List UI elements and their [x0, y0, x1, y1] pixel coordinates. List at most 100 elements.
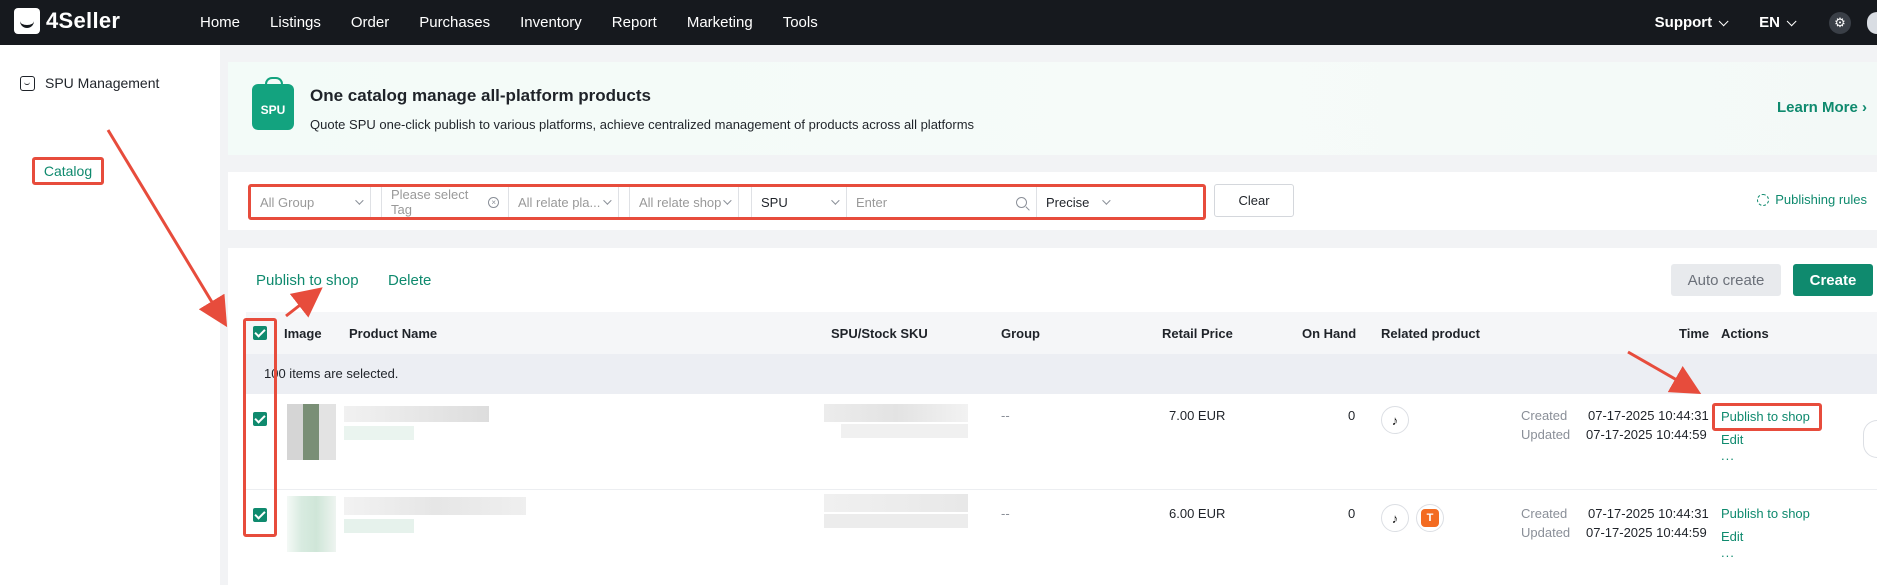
- learn-more-link[interactable]: Learn More ›: [1777, 99, 1867, 116]
- temu-icon-glyph: T: [1421, 509, 1439, 527]
- publishing-rules-link[interactable]: Publishing rules: [1757, 192, 1867, 207]
- side-drawer-tab[interactable]: [1863, 420, 1877, 458]
- publishing-rules-label: Publishing rules: [1775, 192, 1867, 207]
- clear-circle-icon[interactable]: ×: [488, 196, 499, 208]
- tiktok-icon[interactable]: ♪: [1381, 406, 1409, 434]
- column-header-group: Group: [1001, 326, 1040, 341]
- group-select-value: All Group: [260, 194, 315, 210]
- spu-sku-redacted: [841, 424, 968, 438]
- group-select[interactable]: All Group: [251, 187, 371, 217]
- settings-gear-icon[interactable]: ⚙: [1829, 11, 1851, 34]
- nav-right: Support EN ⚙: [1655, 0, 1877, 45]
- brand-logo[interactable]: 4Seller: [14, 8, 120, 34]
- chevron-down-icon: [723, 196, 732, 205]
- sidebar-item-label: Catalog: [43, 163, 93, 179]
- column-header-actions: Actions: [1721, 326, 1769, 341]
- filter-group: All Group Please select Tag × All relate …: [248, 184, 1206, 220]
- search-icon[interactable]: [1016, 196, 1027, 208]
- tiktok-icon[interactable]: ♪: [1381, 504, 1409, 532]
- product-name-redacted: [344, 497, 526, 515]
- brand-name: 4Seller: [46, 8, 121, 33]
- relate-platform-select[interactable]: All relate pla...: [509, 187, 619, 217]
- selection-notice: 100 items are selected.: [246, 354, 1877, 394]
- banner-subtitle: Quote SPU one-click publish to various p…: [310, 117, 975, 132]
- sidebar: SPU Management Catalog: [0, 45, 220, 585]
- spu-sku-redacted: [824, 514, 968, 528]
- chevron-right-icon: ›: [1862, 99, 1867, 116]
- nav-item-listings[interactable]: Listings: [270, 14, 321, 31]
- chevron-down-icon: [1718, 16, 1729, 27]
- logo-icon: [14, 8, 40, 34]
- language-menu[interactable]: EN: [1759, 14, 1797, 31]
- edit-link[interactable]: Edit: [1721, 432, 1743, 447]
- table-row[interactable]: -- 6.00 EUR 0 ♪ T Created 07-17-2025 10:…: [246, 492, 1877, 585]
- sidebar-section-label: SPU Management: [45, 75, 160, 91]
- annotation-publish-box: [1712, 403, 1822, 431]
- chevron-down-icon: [355, 196, 364, 205]
- nav-item-purchases[interactable]: Purchases: [419, 14, 490, 31]
- avatar[interactable]: [1867, 11, 1877, 34]
- table-row[interactable]: -- 7.00 EUR 0 ♪ Created 07-17-2025 10:44…: [246, 394, 1877, 490]
- created-time: 07-17-2025 10:44:31: [1588, 408, 1709, 423]
- chevron-down-icon: [603, 196, 612, 205]
- nav-item-marketing[interactable]: Marketing: [687, 14, 753, 31]
- nav-item-inventory[interactable]: Inventory: [520, 14, 582, 31]
- spu-sku-redacted: [824, 404, 968, 422]
- spu-sku-redacted: [824, 494, 968, 512]
- support-label: Support: [1654, 14, 1713, 31]
- sidebar-item-catalog[interactable]: Catalog: [32, 157, 104, 185]
- nav-item-home[interactable]: Home: [200, 14, 240, 31]
- tag-select[interactable]: Please select Tag ×: [381, 187, 509, 217]
- column-header-on-hand: On Hand: [1302, 326, 1357, 341]
- column-header-retail-price: Retail Price: [1162, 326, 1233, 341]
- match-mode-value: Precise: [1046, 194, 1090, 210]
- chevron-down-icon: [1786, 16, 1797, 27]
- sidebar-section-spu-management[interactable]: SPU Management: [20, 75, 159, 91]
- spu-management-icon: [20, 75, 35, 91]
- delete-button[interactable]: Delete: [388, 272, 431, 289]
- clear-button[interactable]: Clear: [1214, 184, 1294, 217]
- edit-link[interactable]: Edit: [1721, 529, 1743, 544]
- support-menu[interactable]: Support: [1654, 14, 1729, 31]
- column-header-product-name: Product Name: [349, 326, 438, 341]
- selection-notice-text: 100 items are selected.: [264, 366, 399, 381]
- nav-item-tools[interactable]: Tools: [783, 14, 818, 31]
- more-actions-link[interactable]: ...: [1721, 448, 1735, 463]
- language-label: EN: [1759, 14, 1780, 31]
- nav-item-report[interactable]: Report: [612, 14, 657, 31]
- promo-banner: SPU One catalog manage all-platform prod…: [228, 62, 1877, 155]
- temu-icon[interactable]: T: [1416, 504, 1444, 532]
- retail-price-value: 6.00 EUR: [1169, 506, 1226, 521]
- product-image[interactable]: [287, 496, 336, 552]
- search-input[interactable]: Enter: [847, 187, 1037, 217]
- nav-item-order[interactable]: Order: [351, 14, 389, 31]
- top-nav-bar: 4Seller Home Listings Order Purchases In…: [0, 0, 1877, 45]
- annotation-checkbox-column-box: [243, 318, 277, 537]
- auto-create-button[interactable]: Auto create: [1671, 264, 1781, 296]
- create-button[interactable]: Create: [1793, 264, 1873, 296]
- product-table-panel: Publish to shop Delete Auto create Creat…: [228, 248, 1877, 585]
- search-placeholder: Enter: [856, 194, 888, 210]
- updated-time: 07-17-2025 10:44:59: [1586, 427, 1707, 442]
- publish-to-shop-link[interactable]: Publish to shop: [1721, 506, 1810, 521]
- product-name-redacted: [344, 406, 489, 422]
- group-value: --: [1001, 506, 1010, 521]
- tag-select-placeholder: Please select Tag: [391, 187, 469, 217]
- publish-to-shop-bulk-button[interactable]: Publish to shop: [256, 272, 359, 289]
- match-mode-select[interactable]: Precise: [1037, 187, 1117, 217]
- on-hand-value: 0: [1348, 506, 1356, 521]
- more-actions-link[interactable]: ...: [1721, 545, 1735, 560]
- updated-time: 07-17-2025 10:44:59: [1586, 525, 1707, 540]
- search-type-select[interactable]: SPU: [751, 187, 847, 217]
- product-image[interactable]: [287, 404, 336, 460]
- relate-shop-select[interactable]: All relate shop: [629, 187, 739, 217]
- created-time: 07-17-2025 10:44:31: [1588, 506, 1709, 521]
- product-name-redacted: [344, 426, 414, 440]
- updated-label: Updated: [1521, 427, 1571, 442]
- updated-label: Updated: [1521, 525, 1571, 540]
- column-header-image: Image: [284, 326, 322, 341]
- column-header-time: Time: [1679, 326, 1710, 341]
- on-hand-value: 0: [1348, 408, 1356, 423]
- filter-bar: All Group Please select Tag × All relate …: [228, 172, 1877, 230]
- relate-platform-value: All relate pla...: [518, 194, 601, 210]
